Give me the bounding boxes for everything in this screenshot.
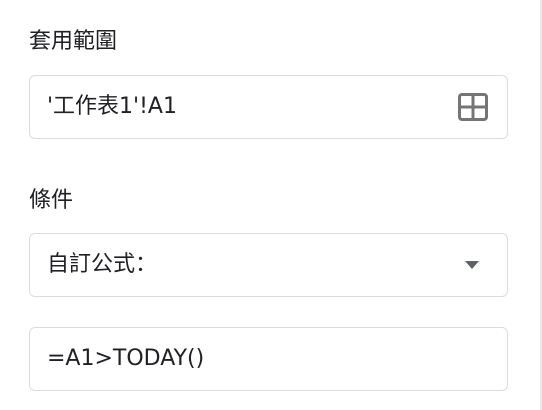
- condition-dropdown[interactable]: 自訂公式：: [29, 233, 508, 297]
- condition-section-label: 條件: [29, 188, 74, 213]
- grid-icon[interactable]: [458, 93, 488, 121]
- range-section-label: 套用範圍: [29, 29, 118, 54]
- custom-formula-value[interactable]: =A1>TODAY(): [47, 344, 204, 374]
- condition-dropdown-value: 自訂公式：: [47, 252, 158, 277]
- range-input-value[interactable]: '工作表1'!A1: [47, 92, 177, 122]
- chevron-down-icon[interactable]: [463, 259, 481, 271]
- custom-formula-input[interactable]: =A1>TODAY(): [29, 327, 508, 391]
- range-input[interactable]: '工作表1'!A1: [29, 75, 508, 139]
